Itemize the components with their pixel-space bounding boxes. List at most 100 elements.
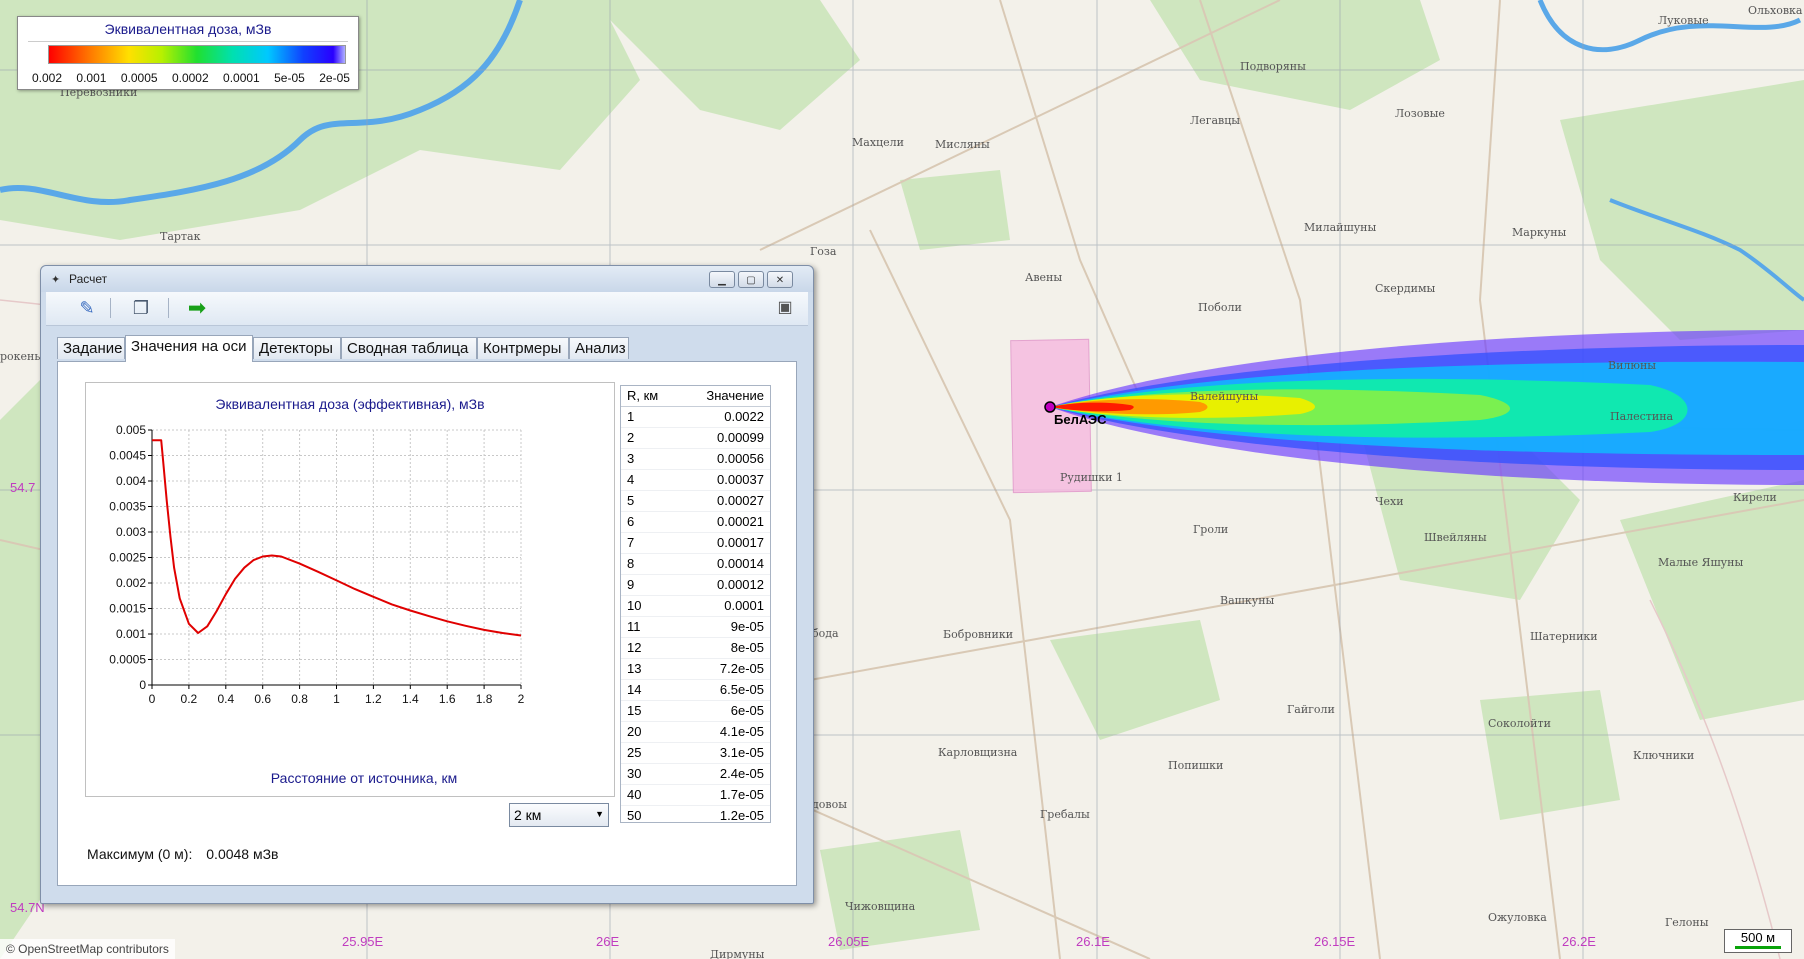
cell-r: 30 xyxy=(627,766,642,781)
cell-value: 0.0001 xyxy=(724,598,764,613)
cell-value: 1.7e-05 xyxy=(719,787,764,802)
column-header-value[interactable]: Значение xyxy=(676,386,770,406)
tab-summary-table[interactable]: Сводная таблица xyxy=(341,337,477,359)
place-label: Скердимы xyxy=(1375,282,1436,295)
copy-icon[interactable]: ❐ xyxy=(128,296,154,320)
cell-r: 11 xyxy=(627,619,641,634)
table-row[interactable]: 13 7.2e-05 xyxy=(621,659,770,680)
place-label: Гребалы xyxy=(1040,808,1090,821)
place-label: Кирели xyxy=(1733,491,1777,504)
table-row[interactable]: 30 2.4e-05 xyxy=(621,764,770,785)
camera-icon[interactable]: ▣ xyxy=(772,296,798,320)
range-select[interactable]: 2 км ▼ xyxy=(509,803,609,827)
table-row[interactable]: 15 6e-05 xyxy=(621,701,770,722)
table-row[interactable]: 7 0.00017 xyxy=(621,533,770,554)
table-row[interactable]: 25 3.1e-05 xyxy=(621,743,770,764)
source-marker[interactable] xyxy=(1044,401,1056,413)
run-arrow-icon[interactable]: ➡ xyxy=(184,296,210,320)
table-row[interactable]: 40 1.7e-05 xyxy=(621,785,770,806)
table-row[interactable]: 6 0.00021 xyxy=(621,512,770,533)
svg-text:26.15E: 26.15E xyxy=(1314,934,1356,949)
svg-text:26E: 26E xyxy=(596,934,619,949)
place-label: Луковые xyxy=(1658,14,1709,27)
place-label: Легавцы xyxy=(1190,114,1240,127)
table-row[interactable]: 11 9e-05 xyxy=(621,617,770,638)
cell-value: 1.2e-05 xyxy=(719,808,764,823)
tab-panel: Эквивалентная доза (эффективная), мЗв 0 0… xyxy=(57,361,797,886)
table-row[interactable]: 12 8e-05 xyxy=(621,638,770,659)
table-row[interactable]: 1 0.0022 xyxy=(621,407,770,428)
edit-icon[interactable]: ✎ xyxy=(74,296,100,320)
calc-window[interactable]: ✦ Расчет ▁ ▢ ✕ ✎ ❐ ➡ ▣ Задание Значения … xyxy=(40,265,814,904)
range-select-value: 2 км xyxy=(514,807,542,823)
cell-value: 8e-05 xyxy=(730,640,764,655)
cell-value: 0.00099 xyxy=(717,430,764,445)
cell-r: 10 xyxy=(627,598,642,613)
table-row[interactable]: 3 0.00056 xyxy=(621,449,770,470)
cell-r: 25 xyxy=(627,745,642,760)
tab-detectors[interactable]: Детекторы xyxy=(253,337,341,359)
y-tick-label: 0.005 xyxy=(116,423,146,437)
place-label: Шатерники xyxy=(1530,630,1598,643)
chart-title: Эквивалентная доза (эффективная), мЗв xyxy=(215,396,484,412)
axis-values-table[interactable]: R, км Значение 1 0.0022 2 0.00099 3 0.00056 4 0… xyxy=(620,385,771,823)
scale-bar-line xyxy=(1735,946,1781,949)
legend-tick: 0.0005 xyxy=(120,71,158,85)
cell-value: 3.1e-05 xyxy=(719,745,764,760)
table-row[interactable]: 50 1.2e-05 xyxy=(621,806,770,823)
cell-r: 5 xyxy=(627,493,635,508)
table-row[interactable]: 20 4.1e-05 xyxy=(621,722,770,743)
y-tick-label: 0.002 xyxy=(116,576,146,590)
x-tick-label: 1.8 xyxy=(476,692,493,706)
svg-text:26.1E: 26.1E xyxy=(1076,934,1110,949)
y-tick-label: 0 xyxy=(139,678,146,692)
window-titlebar[interactable]: ✦ Расчет ▁ ▢ ✕ xyxy=(41,266,813,292)
place-label: Лозовые xyxy=(1395,107,1445,120)
cell-r: 2 xyxy=(627,430,635,445)
place-label: Ольховка xyxy=(1748,4,1803,17)
minimize-button[interactable]: ▁ xyxy=(709,271,735,288)
y-tick-label: 0.003 xyxy=(116,525,146,539)
table-row[interactable]: 5 0.00027 xyxy=(621,491,770,512)
table-row[interactable]: 9 0.00012 xyxy=(621,575,770,596)
svg-text:26.2E: 26.2E xyxy=(1562,934,1596,949)
x-tick-label: 0.6 xyxy=(254,692,271,706)
map-attribution[interactable]: © OpenStreetMap contributors xyxy=(0,939,175,959)
place-label: Ключники xyxy=(1633,749,1694,762)
place-label: Вашкуны xyxy=(1220,594,1275,607)
y-tick-label: 0.0025 xyxy=(109,551,146,565)
legend-tick: 0.0002 xyxy=(171,71,209,85)
maximize-button[interactable]: ▢ xyxy=(738,271,764,288)
tab-task[interactable]: Задание xyxy=(57,337,125,359)
table-row[interactable]: 10 0.0001 xyxy=(621,596,770,617)
tab-axis-values[interactable]: Значения на оси xyxy=(125,335,253,362)
y-tick-label: 0.001 xyxy=(116,627,146,641)
cell-value: 0.00017 xyxy=(717,535,764,550)
column-header-r[interactable]: R, км xyxy=(621,386,676,406)
cell-r: 13 xyxy=(627,661,642,676)
table-row[interactable]: 8 0.00014 xyxy=(621,554,770,575)
table-row[interactable]: 14 6.5e-05 xyxy=(621,680,770,701)
legend-tick: 0.002 xyxy=(32,71,63,85)
tab-countermeasures[interactable]: Контрмеры xyxy=(477,337,569,359)
cell-value: 0.00056 xyxy=(717,451,764,466)
cell-r: 20 xyxy=(627,724,642,739)
cell-value: 6.5e-05 xyxy=(719,682,764,697)
place-label: Маркуны xyxy=(1512,226,1567,239)
close-button[interactable]: ✕ xyxy=(767,271,793,288)
chart-ticks: 0 0.2 0.4 0.6 0.8 1 1.2 1.4 1.6 1.8 2 0 0.0005 0.001 0… xyxy=(109,423,524,706)
x-axis-label: Расстояние от источника, км xyxy=(271,770,457,786)
legend-tick: 5e-05 xyxy=(274,71,305,85)
tab-analysis[interactable]: Анализ xyxy=(569,337,629,359)
table-row[interactable]: 4 0.00037 xyxy=(621,470,770,491)
place-label: Малые Яшуны xyxy=(1658,556,1743,569)
table-row[interactable]: 2 0.00099 xyxy=(621,428,770,449)
place-label: Карловщизна xyxy=(938,746,1018,759)
place-label: Тартак xyxy=(160,230,201,243)
cell-r: 6 xyxy=(627,514,635,529)
y-tick-label: 0.0005 xyxy=(109,653,146,667)
cell-value: 9e-05 xyxy=(730,619,764,634)
cell-value: 0.00014 xyxy=(717,556,764,571)
place-label: Милайшуны xyxy=(1304,221,1377,234)
cell-r: 4 xyxy=(627,472,635,487)
